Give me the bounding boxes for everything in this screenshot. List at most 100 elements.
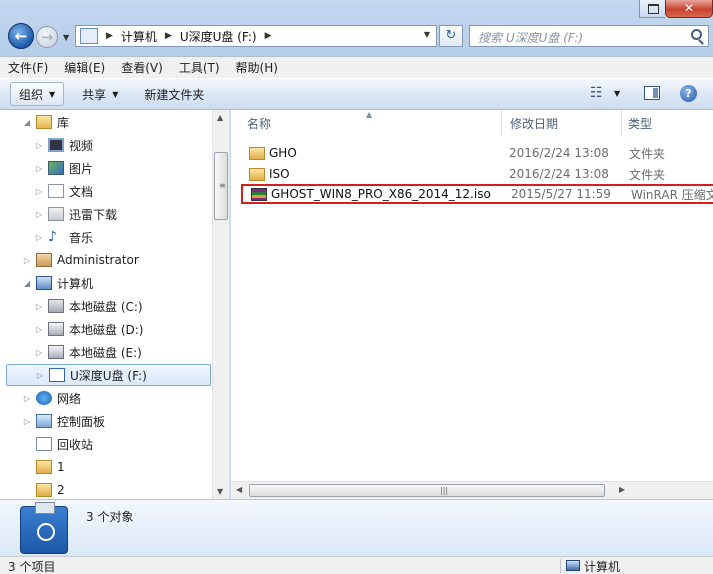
scroll-down-icon[interactable]: ▼ (217, 487, 223, 496)
share-button[interactable]: 共享 ▼ (74, 82, 126, 106)
picture-library-icon (48, 161, 64, 175)
recent-pages-dropdown[interactable]: ▼ (63, 33, 69, 42)
usb-drive-icon (20, 502, 68, 554)
forward-button[interactable]: → (36, 26, 58, 48)
nav-item-label: 音乐 (69, 230, 94, 245)
status-location: 计算机 (584, 560, 621, 574)
expanded-arrow-icon[interactable]: ◢ (22, 118, 32, 127)
nav-item-label: 视频 (69, 138, 94, 153)
usb-drive-icon (80, 28, 98, 44)
menu-view[interactable]: 查看(V) (121, 59, 163, 76)
expand-arrow-icon[interactable]: ▷ (34, 233, 44, 242)
expand-arrow-icon[interactable]: ▷ (34, 141, 44, 150)
nav-item[interactable]: ▷ 本地磁盘 (C:) (0, 295, 212, 317)
scroll-up-icon[interactable]: ▲ (217, 113, 223, 122)
expand-arrow-icon[interactable]: ▷ (34, 164, 44, 173)
nav-item[interactable]: ▷ 网络 (0, 387, 212, 409)
address-dropdown-icon[interactable]: ▼ (424, 30, 430, 39)
nav-item[interactable]: ▷ 迅雷下载 (0, 203, 212, 225)
nav-item[interactable]: ▷ 本地磁盘 (D:) (0, 318, 212, 340)
nav-item[interactable]: ◢ 计算机 (0, 272, 212, 294)
nav-item-label: 本地磁盘 (D:) (69, 322, 144, 337)
column-type-label: 类型 (628, 116, 653, 131)
expand-arrow-icon[interactable]: ▷ (22, 256, 32, 265)
preview-pane-icon[interactable] (644, 86, 660, 100)
view-options-dropdown[interactable]: ▼ (614, 89, 620, 98)
expand-arrow-icon[interactable]: ▷ (22, 394, 32, 403)
expanded-arrow-icon[interactable]: ◢ (22, 279, 32, 288)
file-list-scrollbar[interactable]: ◀ ||| ▶ (231, 481, 713, 499)
status-item-count: 3 个项目 (8, 560, 56, 574)
breadcrumb-computer[interactable]: 计算机 (121, 28, 157, 45)
nav-item-label: 计算机 (57, 276, 94, 291)
breadcrumb-separator[interactable]: ▶ (165, 31, 172, 41)
nav-item[interactable]: ▷ U深度U盘 (F:) (6, 364, 211, 386)
help-icon[interactable]: ? (680, 85, 697, 102)
column-header-type[interactable]: 类型 (621, 110, 713, 136)
address-bar[interactable]: ▶ 计算机 ▶ U深度U盘 (F:) ▶ ▼ (75, 25, 437, 47)
expand-arrow-icon[interactable]: ▷ (35, 371, 45, 380)
status-bar: 3 个项目 计算机 (0, 556, 713, 574)
expand-arrow-icon[interactable]: ▷ (34, 187, 44, 196)
nav-item[interactable]: ▷ ♪ 音乐 (0, 226, 212, 248)
nav-item[interactable]: 2 (0, 479, 212, 499)
control-panel-icon (36, 414, 52, 428)
expand-arrow-icon[interactable]: ▷ (34, 210, 44, 219)
column-header-name[interactable]: 名称 ▲ (231, 110, 501, 136)
search-input[interactable]: 搜索 U深度U盘 (F:) (469, 25, 709, 47)
arrow-right-icon: → (40, 28, 54, 46)
breadcrumb-usb-drive[interactable]: U深度U盘 (F:) (180, 28, 257, 45)
breadcrumb-separator[interactable]: ▶ (265, 31, 272, 41)
column-header-date[interactable]: 修改日期 (501, 110, 621, 136)
menu-file[interactable]: 文件(F) (8, 59, 48, 76)
nav-item[interactable]: ▷ 本地磁盘 (E:) (0, 341, 212, 363)
expand-arrow-icon[interactable]: ▷ (34, 348, 44, 357)
nav-item-label: 网络 (57, 391, 82, 406)
menu-bar: 文件(F) 编辑(E) 查看(V) 工具(T) 帮助(H) (0, 56, 713, 78)
nav-item[interactable]: ▷ 文档 (0, 180, 212, 202)
back-button[interactable]: ← (8, 23, 34, 49)
nav-item-label: 回收站 (57, 437, 94, 452)
nav-item[interactable]: ▷ 控制面板 (0, 410, 212, 432)
expand-arrow-icon[interactable]: ▷ (22, 417, 32, 426)
organize-button[interactable]: 组织 ▼ (10, 82, 65, 106)
nav-item-label: 2 (57, 483, 65, 497)
navigation-pane: ◢ 库 ▷ 视频 ▷ 图片 ▷ 文档 ▷ 迅雷下载 ▷ ♪ 音乐 ▷ Administrator ◢ 计算机 ▷ 本… (0, 110, 230, 499)
maximize-button[interactable] (639, 0, 665, 18)
nav-item-label: 本地磁盘 (C:) (69, 299, 143, 314)
scroll-left-icon[interactable]: ◀ (236, 485, 242, 494)
new-folder-button[interactable]: 新建文件夹 (136, 82, 212, 106)
folder-icon (36, 460, 52, 474)
change-view-icon[interactable]: ☷ (590, 85, 603, 101)
menu-tools[interactable]: 工具(T) (179, 59, 220, 76)
search-icon[interactable] (691, 29, 702, 40)
nav-item[interactable]: ▷ 图片 (0, 157, 212, 179)
nav-item-label: 本地磁盘 (E:) (69, 345, 142, 360)
sort-ascending-icon: ▲ (366, 110, 373, 119)
scroll-right-icon[interactable]: ▶ (619, 485, 625, 494)
expand-arrow-icon[interactable]: ▷ (34, 302, 44, 311)
chevron-down-icon: ▼ (112, 89, 119, 99)
file-row[interactable]: ISO 2016/2/24 13:08 文件夹 (241, 164, 713, 184)
menu-help[interactable]: 帮助(H) (236, 59, 278, 76)
file-row[interactable]: GHO 2016/2/24 13:08 文件夹 (241, 143, 713, 163)
download-library-icon (48, 207, 64, 221)
close-button[interactable]: ✕ (665, 0, 713, 18)
column-date-label: 修改日期 (510, 116, 559, 131)
refresh-button[interactable]: ↻ (439, 25, 463, 47)
expand-arrow-icon[interactable]: ▷ (34, 325, 44, 334)
nav-item[interactable]: ▷ Administrator (0, 249, 212, 271)
drive-icon (48, 345, 64, 359)
details-pane: 3 个对象 (0, 499, 713, 556)
breadcrumb-separator[interactable]: ▶ (106, 31, 113, 41)
nav-item[interactable]: 1 (0, 456, 212, 478)
document-library-icon (48, 184, 64, 198)
nav-item[interactable]: 回收站 (0, 433, 212, 455)
nav-item[interactable]: ◢ 库 (0, 111, 212, 133)
file-row-highlighted[interactable]: GHOST_WIN8_PRO_X86_2014_12.iso 2015/5/27… (241, 184, 713, 204)
menu-edit[interactable]: 编辑(E) (64, 59, 105, 76)
nav-item[interactable]: ▷ 视频 (0, 134, 212, 156)
nav-scrollbar[interactable]: ▲ ≡ ▼ (212, 110, 229, 499)
scrollbar-thumb[interactable]: ||| (249, 484, 605, 497)
scrollbar-thumb[interactable]: ≡ (214, 152, 228, 220)
